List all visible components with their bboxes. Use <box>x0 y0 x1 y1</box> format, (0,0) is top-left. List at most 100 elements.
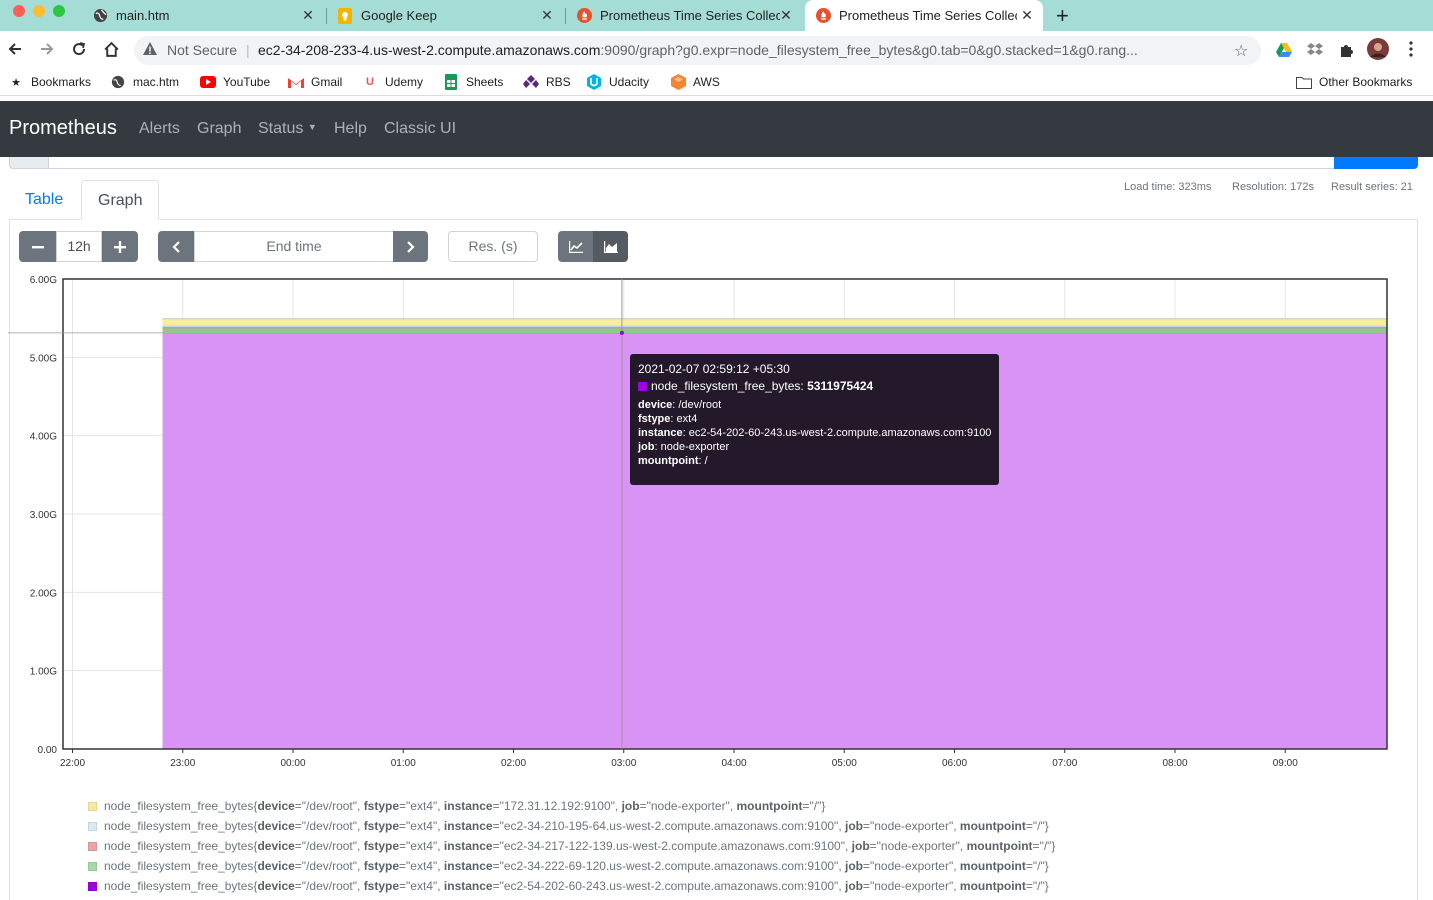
minimize-window-button[interactable] <box>33 5 45 17</box>
y-tick-label: 5.00G <box>30 353 57 364</box>
bookmark-sheets[interactable]: Sheets <box>443 74 503 90</box>
bookmark-rbs[interactable]: RBS <box>523 74 571 90</box>
next-time-button[interactable] <box>393 231 428 262</box>
close-tab-icon[interactable]: ✕ <box>778 7 794 24</box>
browser-tab-prometheus-active[interactable]: Prometheus Time Series Collec ✕ <box>805 0 1043 31</box>
bookmark-udacity[interactable]: Udacity <box>586 74 649 90</box>
load-time: Load time: 323ms <box>1124 181 1212 193</box>
legend-item[interactable]: node_filesystem_free_bytes{device="/dev/… <box>88 879 1049 893</box>
maximize-window-button[interactable] <box>53 5 65 17</box>
tab-separator <box>326 8 327 24</box>
x-tick-label: 02:00 <box>501 758 526 769</box>
tooltip-time: 2021-02-07 02:59:12 +05:30 <box>638 362 790 376</box>
bookmark-mac[interactable]: mac.htm <box>110 74 179 90</box>
end-time-input[interactable]: End time <box>194 231 394 262</box>
prometheus-icon <box>815 8 831 24</box>
expression-input[interactable] <box>49 157 1335 169</box>
reload-button[interactable] <box>68 38 90 60</box>
stacked-area-chart[interactable]: 0.00 1.00G 2.00G 3.00G 4.00G 5.00G 6.00G 22:00… <box>0 265 1433 775</box>
bookmark-star-icon[interactable]: ☆ <box>1234 41 1248 61</box>
brand-logo[interactable]: Prometheus <box>9 117 117 140</box>
tab-graph[interactable]: Graph <box>81 180 160 220</box>
close-tab-icon[interactable]: ✕ <box>1019 7 1035 24</box>
warning-icon[interactable] <box>142 41 158 62</box>
youtube-icon <box>200 74 216 90</box>
new-tab-button[interactable]: + <box>1056 3 1069 29</box>
legend-item[interactable]: node_filesystem_free_bytes{device="/dev/… <box>88 859 1049 873</box>
home-button[interactable] <box>100 38 122 60</box>
x-tick-label: 04:00 <box>721 758 746 769</box>
x-tick-label: 09:00 <box>1273 758 1298 769</box>
forward-button[interactable] <box>36 38 58 60</box>
other-bookmarks[interactable]: Other Bookmarks <box>1296 74 1412 90</box>
legend-item[interactable]: node_filesystem_free_bytes{device="/dev/… <box>88 799 825 813</box>
tooltip-label-job: job: node-exporter <box>638 441 730 453</box>
area-series-ec2-34-222-69-120 <box>162 328 1388 333</box>
legend-label: node_filesystem_free_bytes{device="/dev/… <box>104 819 1049 833</box>
expression-options-button[interactable] <box>9 157 49 169</box>
chart-tooltip: 2021-02-07 02:59:12 +05:30 node_filesyst… <box>630 354 999 485</box>
unstacked-mode-button[interactable] <box>558 231 593 262</box>
bookmark-udemy[interactable]: U Udemy <box>362 74 423 90</box>
bookmark-youtube[interactable]: YouTube <box>200 74 270 90</box>
gmail-icon <box>288 74 304 90</box>
rbs-icon <box>523 74 539 90</box>
previous-time-button[interactable] <box>158 231 194 262</box>
legend-label: node_filesystem_free_bytes{device="/dev/… <box>104 799 826 813</box>
udemy-icon: U <box>366 76 374 88</box>
x-tick-label: 23:00 <box>170 758 195 769</box>
tooltip-series: node_filesystem_free_bytes: 5311975424 <box>638 379 991 393</box>
udacity-icon <box>586 74 602 90</box>
close-tab-icon[interactable]: ✕ <box>539 7 555 24</box>
resolution-input[interactable]: Res. (s) <box>448 231 538 262</box>
nav-alerts[interactable]: Alerts <box>139 120 180 138</box>
resolution: Resolution: 172s <box>1232 181 1314 193</box>
url-text[interactable]: ec2-34-208-233-4.us-west-2.compute.amazo… <box>258 42 1218 58</box>
globe-icon <box>110 74 126 90</box>
legend-item[interactable]: node_filesystem_free_bytes{device="/dev/… <box>88 839 1055 853</box>
range-input[interactable]: 12h <box>56 231 102 262</box>
y-tick-label: 4.00G <box>30 432 57 443</box>
folder-icon <box>1296 74 1312 90</box>
tooltip-label-fstype: fstype: ext4 <box>638 413 698 425</box>
x-tick-label: 22:00 <box>60 758 85 769</box>
tooltip-label-instance: instance: ec2-54-202-60-243.us-west-2.co… <box>638 427 992 439</box>
x-tick-label: 03:00 <box>611 758 636 769</box>
security-label[interactable]: Not Secure <box>167 42 237 58</box>
legend-item[interactable]: node_filesystem_free_bytes{device="/dev/… <box>88 819 1049 833</box>
drive-icon[interactable] <box>1273 39 1295 61</box>
nav-status[interactable]: Status ▼ <box>258 120 317 138</box>
execute-button[interactable] <box>1334 157 1418 169</box>
hover-point <box>619 330 624 335</box>
legend-label: node_filesystem_free_bytes{device="/dev/… <box>104 879 1049 893</box>
stacked-mode-button[interactable] <box>593 231 628 262</box>
caret-down-icon: ▼ <box>307 122 317 132</box>
close-window-button[interactable] <box>13 5 25 17</box>
dropbox-icon[interactable] <box>1304 39 1326 61</box>
bookmark-gmail[interactable]: Gmail <box>288 74 342 90</box>
aws-icon <box>670 74 686 90</box>
extensions-icon[interactable] <box>1336 39 1358 61</box>
globe-icon <box>92 8 108 24</box>
nav-graph[interactable]: Graph <box>197 120 241 138</box>
bookmark-bookmarks[interactable]: ★ Bookmarks <box>8 74 91 90</box>
browser-tab-keep[interactable]: Google Keep ✕ <box>329 0 563 31</box>
browser-tab-prometheus-1[interactable]: Prometheus Time Series Collec ✕ <box>568 0 802 31</box>
nav-help[interactable]: Help <box>334 120 367 138</box>
tooltip-label-mountpoint: mountpoint: / <box>638 455 708 467</box>
legend-swatch <box>88 881 97 891</box>
profile-avatar[interactable] <box>1367 38 1389 60</box>
back-button[interactable] <box>4 38 26 60</box>
x-tick-label: 01:00 <box>391 758 416 769</box>
tab-table[interactable]: Table <box>9 180 79 220</box>
more-menu-icon[interactable] <box>1400 38 1422 60</box>
nav-classic-ui[interactable]: Classic UI <box>384 120 456 138</box>
decrease-range-button[interactable] <box>19 231 56 262</box>
close-tab-icon[interactable]: ✕ <box>300 7 316 24</box>
tab-separator <box>565 8 566 24</box>
legend-swatch <box>88 821 97 831</box>
x-tick-label: 06:00 <box>942 758 967 769</box>
increase-range-button[interactable] <box>102 231 138 262</box>
browser-tab-main[interactable]: main.htm ✕ <box>92 0 324 31</box>
bookmark-aws[interactable]: AWS <box>670 74 720 90</box>
